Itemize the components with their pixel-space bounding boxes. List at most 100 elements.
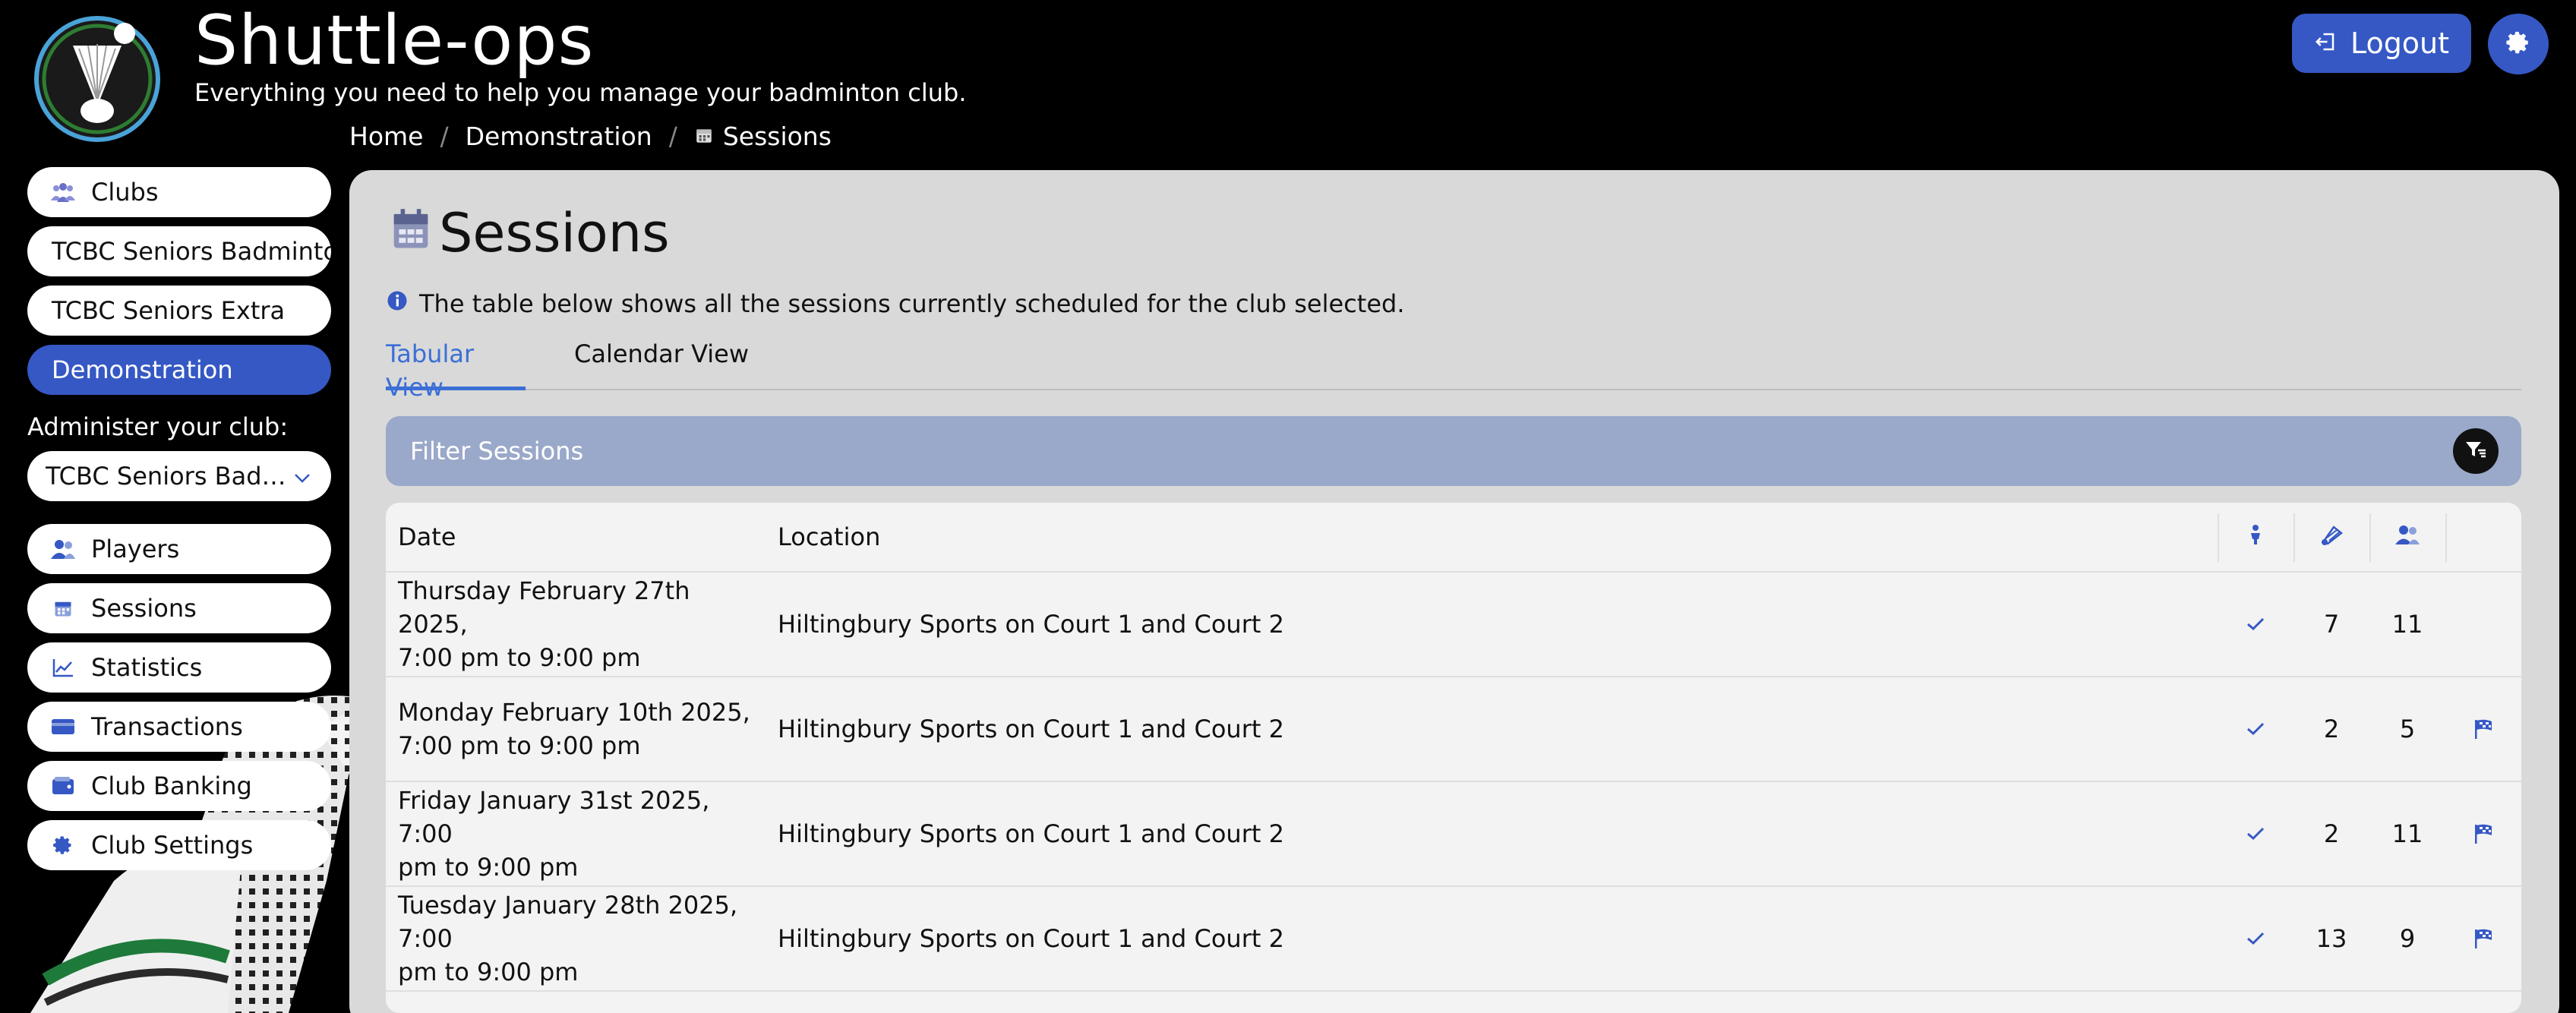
session-date-line: Friday January 31st 2025, 7:00 bbox=[398, 786, 710, 848]
sidebar-item-club-settings[interactable]: Club Settings bbox=[27, 820, 331, 870]
users-icon bbox=[50, 536, 76, 562]
credit-card-icon bbox=[50, 714, 76, 740]
filter-button[interactable] bbox=[2453, 428, 2499, 474]
breadcrumb-club[interactable]: Demonstration bbox=[466, 120, 652, 153]
sidebar-item-club-banking[interactable]: Club Banking bbox=[27, 761, 331, 811]
players-icon bbox=[2394, 522, 2420, 551]
wallet-icon bbox=[50, 773, 76, 799]
chart-line-icon bbox=[50, 655, 76, 680]
users-group-icon bbox=[50, 179, 76, 205]
calendar-icon bbox=[50, 595, 76, 621]
session-location: Hiltingbury Sports on Court 1 and Court … bbox=[778, 610, 1284, 639]
page-title-label: Sessions bbox=[439, 202, 670, 264]
column-divider bbox=[2445, 513, 2447, 562]
session-shuttles: 13 bbox=[2316, 924, 2347, 953]
sessions-table: Date Location Thursday February 27th 202… bbox=[386, 503, 2521, 1013]
session-players: 9 bbox=[2399, 924, 2416, 953]
calendar-icon bbox=[694, 120, 714, 153]
breadcrumb-separator: / bbox=[440, 121, 449, 151]
session-date-line: Monday February 10th 2025, bbox=[398, 698, 750, 727]
calendar-icon bbox=[390, 199, 431, 267]
sidebar-club-tcbc-seniors-badminton[interactable]: TCBC Seniors Badminton bbox=[27, 226, 331, 276]
gear-icon bbox=[2505, 30, 2531, 58]
table-row[interactable]: Friday January 31st 2025, 7:00 pm to 9:00… bbox=[386, 782, 2521, 887]
tab-tabular-view[interactable]: Tabular View bbox=[386, 337, 526, 402]
table-header-row: Date Location bbox=[386, 503, 2521, 573]
column-header-attendance[interactable] bbox=[2218, 503, 2293, 571]
breadcrumb-separator: / bbox=[668, 121, 677, 151]
sidebar-item-label: Club Banking bbox=[91, 772, 252, 800]
tab-calendar-view[interactable]: Calendar View bbox=[574, 337, 749, 390]
sidebar-club-demonstration[interactable]: Demonstration bbox=[27, 345, 331, 395]
admin-label: Administer your club: bbox=[27, 412, 289, 441]
sidebar-club-label: Demonstration bbox=[52, 355, 233, 384]
info-text: The table below shows all the sessions c… bbox=[419, 289, 1405, 318]
sidebar-item-label: Statistics bbox=[91, 653, 203, 682]
sidebar-club-tcbc-seniors-extra[interactable]: TCBC Seniors Extra bbox=[27, 286, 331, 336]
session-date: Tuesday January 28th 2025, 7:00 pm to 9:0… bbox=[398, 887, 755, 990]
session-shuttles: 2 bbox=[2323, 819, 2340, 848]
sidebar-item-statistics[interactable]: Statistics bbox=[27, 642, 331, 693]
table-row[interactable]: Monday February 10th 2025, 7:00 pm to 9:0… bbox=[386, 677, 2521, 782]
gear-icon bbox=[50, 832, 76, 858]
chequered-flag-icon[interactable] bbox=[2445, 677, 2521, 781]
session-shuttles: 2 bbox=[2323, 715, 2340, 743]
column-header-players[interactable] bbox=[2369, 503, 2445, 571]
sidebar-item-sessions[interactable]: Sessions bbox=[27, 583, 331, 633]
column-header-location[interactable]: Location bbox=[778, 503, 2145, 571]
sidebar-item-transactions[interactable]: Transactions bbox=[27, 702, 331, 752]
session-time-line: 7:00 pm to 9:00 pm bbox=[398, 731, 641, 760]
session-shuttles: 7 bbox=[2323, 610, 2340, 639]
chequered-flag-icon[interactable] bbox=[2445, 782, 2521, 885]
sidebar-item-players[interactable]: Players bbox=[27, 524, 331, 574]
breadcrumb-home[interactable]: Home bbox=[349, 120, 423, 153]
filter-sessions-label: Filter Sessions bbox=[410, 437, 584, 465]
session-location: Hiltingbury Sports on Court 1 and Court … bbox=[778, 924, 1284, 953]
shuttle-ops-logo bbox=[34, 16, 160, 142]
breadcrumb: Home / Demonstration / Sessions bbox=[349, 120, 832, 153]
sidebar-item-label: Transactions bbox=[91, 712, 243, 741]
sidebar-club-label: TCBC Seniors Badminton bbox=[52, 237, 331, 266]
session-date: Friday January 31st 2025, 7:00 pm to 9:00… bbox=[398, 782, 755, 885]
filter-icon bbox=[2464, 437, 2487, 465]
session-date-line: Tuesday January 28th 2025, 7:00 bbox=[398, 891, 738, 953]
check-icon bbox=[2218, 677, 2293, 781]
chequered-flag-icon[interactable] bbox=[2445, 887, 2521, 990]
sidebar-item-label: Clubs bbox=[91, 178, 159, 207]
session-location: Hiltingbury Sports on Court 1 and Court … bbox=[778, 819, 1284, 848]
check-icon bbox=[2218, 782, 2293, 885]
info-icon bbox=[386, 287, 409, 320]
table-row[interactable]: Tuesday January 28th 2025, 7:00 pm to 9:0… bbox=[386, 887, 2521, 992]
sidebar-club-label: TCBC Seniors Extra bbox=[52, 296, 286, 325]
logout-icon bbox=[2314, 27, 2337, 60]
info-message: The table below shows all the sessions c… bbox=[386, 287, 1405, 320]
session-date: Monday February 10th 2025, 7:00 pm to 9:0… bbox=[398, 677, 755, 781]
club-select[interactable]: TCBC Seniors Badminton bbox=[27, 451, 331, 501]
logout-button[interactable]: Logout bbox=[2292, 14, 2471, 73]
session-players: 11 bbox=[2391, 819, 2423, 848]
sidebar-item-clubs[interactable]: Clubs bbox=[27, 167, 331, 217]
check-icon bbox=[2218, 887, 2293, 990]
session-time-line: pm to 9:00 pm bbox=[398, 958, 579, 986]
app-title: Shuttle-ops bbox=[194, 1, 595, 80]
session-location: Hiltingbury Sports on Court 1 and Court … bbox=[778, 715, 1284, 743]
view-tabs: Tabular View Calendar View bbox=[386, 337, 2521, 402]
logout-label: Logout bbox=[2350, 27, 2450, 60]
column-header-date[interactable]: Date bbox=[398, 503, 755, 571]
column-header-shuttles[interactable] bbox=[2293, 503, 2369, 571]
session-players: 5 bbox=[2399, 715, 2416, 743]
chevron-down-icon bbox=[293, 462, 311, 491]
table-row[interactable]: Thursday February 27th 2025, 7:00 pm to 9… bbox=[386, 573, 2521, 677]
club-select-value: TCBC Seniors Badminton bbox=[46, 462, 289, 491]
settings-button[interactable] bbox=[2488, 14, 2549, 74]
page-title: Sessions bbox=[390, 199, 670, 267]
app-subtitle: Everything you need to help you manage y… bbox=[194, 78, 967, 107]
session-time-line: pm to 9:00 pm bbox=[398, 853, 579, 882]
attendance-icon bbox=[2248, 522, 2263, 551]
filter-sessions-bar[interactable]: Filter Sessions bbox=[386, 416, 2521, 486]
breadcrumb-current-label: Sessions bbox=[722, 121, 832, 151]
check-icon bbox=[2218, 573, 2293, 676]
shuttlecock-icon bbox=[2320, 522, 2344, 551]
sidebar-item-label: Players bbox=[91, 535, 180, 563]
sidebar-item-label: Sessions bbox=[91, 594, 197, 623]
